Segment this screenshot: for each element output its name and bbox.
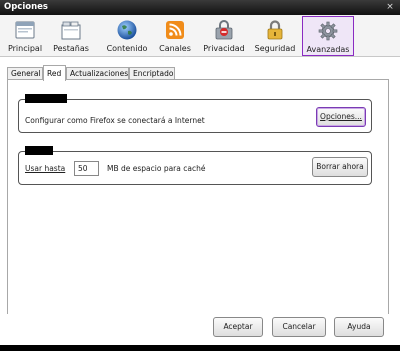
window-icon xyxy=(15,21,35,39)
toolbar-item-label: Seguridad xyxy=(254,44,296,53)
toolbar-item-principal[interactable]: Principal xyxy=(5,16,45,56)
toolbar-item-pestanas[interactable]: Pestañas xyxy=(49,16,93,56)
bottom-edge xyxy=(0,345,400,351)
clear-cache-button[interactable]: Borrar ahora xyxy=(312,157,368,177)
toolbar-item-label: Canales xyxy=(159,44,191,53)
connection-settings-button[interactable]: Opciones... xyxy=(316,107,366,127)
privacy-icon xyxy=(215,20,233,40)
toolbar-item-label: Principal xyxy=(7,44,43,53)
toolbar-item-label: Pestañas xyxy=(53,44,89,53)
toolbar-item-label: Privacidad xyxy=(203,44,245,53)
window-title: Opciones xyxy=(4,2,48,12)
toolbar-item-avanzadas[interactable]: Avanzadas xyxy=(302,16,354,56)
cache-size-input[interactable]: 50 xyxy=(74,161,99,176)
help-button[interactable]: Ayuda xyxy=(334,317,384,337)
toolbar-item-seguridad[interactable]: Seguridad xyxy=(252,16,298,56)
ok-button[interactable]: Aceptar xyxy=(213,317,263,337)
tab-red[interactable]: Red xyxy=(43,65,66,81)
advanced-panel: General Red Actualizaciones Encriptado C… xyxy=(3,64,397,317)
cache-unit-label: MB de espacio para caché xyxy=(107,164,206,173)
cache-use-label: Usar hasta xyxy=(25,164,66,173)
connection-description: Configurar como Firefox se conectará a I… xyxy=(25,116,205,125)
toolbar-item-privacidad[interactable]: Privacidad xyxy=(201,16,247,56)
globe-icon xyxy=(117,20,137,40)
toolbar-item-contenido[interactable]: Contenido xyxy=(103,16,151,56)
cache-group-title xyxy=(25,146,53,155)
tabs-icon xyxy=(61,21,81,40)
rss-icon xyxy=(166,21,184,39)
options-window: Opciones × Principal Pestañas Contenido … xyxy=(0,0,400,351)
preferences-toolbar: Principal Pestañas Contenido Canales Pri… xyxy=(0,15,400,57)
cancel-button[interactable]: Cancelar xyxy=(272,317,326,337)
toolbar-item-label: Avanzadas xyxy=(306,45,350,54)
connection-group: Configurar como Firefox se conectará a I… xyxy=(18,94,372,133)
lock-icon xyxy=(267,20,283,40)
network-tab-content: Configurar como Firefox se conectará a I… xyxy=(7,79,389,317)
connection-group-title xyxy=(25,94,67,103)
connection-settings-label: Opciones... xyxy=(320,112,362,121)
dialog-button-bar: Aceptar Cancelar Ayuda xyxy=(0,314,400,346)
toolbar-item-canales[interactable]: Canales xyxy=(155,16,195,56)
close-icon[interactable]: × xyxy=(384,2,396,13)
cache-group: Usar hasta 50 MB de espacio para caché B… xyxy=(18,146,372,185)
title-bar: Opciones × xyxy=(0,0,400,15)
gear-icon xyxy=(318,21,338,41)
toolbar-item-label: Contenido xyxy=(106,44,148,53)
